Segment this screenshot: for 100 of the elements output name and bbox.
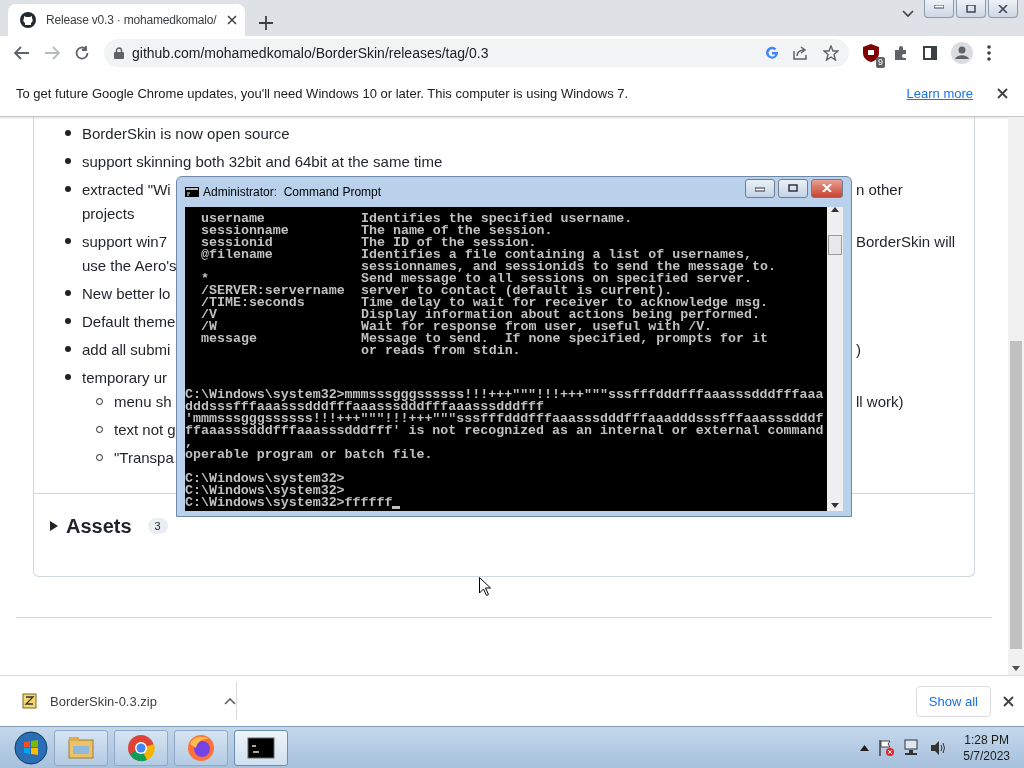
console-text: sessionid <box>200 237 274 249</box>
start-orb-icon[interactable] <box>14 730 48 765</box>
console-text: operable program or batch file. <box>185 447 433 462</box>
window-title: Administrator: Command Prompt <box>203 185 382 199</box>
console-text: C:\Windows\system32>mmmsssgggssssss!!!+++"""!!!+++"""sssfffdddfffaaasssdddfffaaa <box>185 387 824 402</box>
side-panel-icon[interactable] <box>923 46 937 60</box>
close-icon[interactable] <box>1003 695 1014 707</box>
browser-tab[interactable]: Release v0.3 · mohamedkomalo/ <box>8 4 245 36</box>
bullet-icon <box>65 130 71 136</box>
address-bar[interactable]: github.com/mohamedkomalo/BorderSkin/releases/tag/0.3 <box>104 39 849 67</box>
console-text: Time delay to wait for receiver to acknowledge msg. <box>361 297 768 309</box>
console-text: The ID of the session. <box>361 237 537 249</box>
console-text: /W <box>200 321 218 333</box>
console-text: * <box>200 273 209 285</box>
close-icon <box>822 184 832 192</box>
zip-file-icon <box>22 693 38 709</box>
bullet-icon <box>65 186 71 192</box>
bullet-icon <box>65 238 71 244</box>
expand-triangle-icon[interactable] <box>50 521 58 531</box>
share-icon[interactable] <box>793 46 809 60</box>
list-item-text: support win7 <box>82 232 168 250</box>
flag-warning-icon[interactable] <box>877 738 896 757</box>
maximize-icon <box>966 4 976 13</box>
menu-icon[interactable] <box>987 45 991 61</box>
clock-date[interactable]: 5/7/2023 <box>963 747 1010 764</box>
info-message: To get future Google Chrome updates, you'll need Windows 10 or later. This computer is using Windows 7. <box>16 85 630 101</box>
scrollbar[interactable] <box>1008 117 1024 675</box>
console-text: or reads from stdin. <box>361 345 521 357</box>
console-text: Send message to all sessions on specified server. <box>361 273 752 285</box>
bullet-icon <box>65 374 71 380</box>
list-item-text: menu sh <box>114 392 172 410</box>
terminal-icon <box>185 187 199 197</box>
console-text: message <box>200 333 258 345</box>
bullet-icon <box>65 346 71 352</box>
bullet-icon <box>65 290 71 296</box>
text-cursor <box>392 506 401 509</box>
plus-icon[interactable] <box>259 16 273 30</box>
maximize-icon <box>788 184 798 192</box>
list-item-text: "Transpa <box>114 448 174 466</box>
list-item-text: Default theme <box>82 312 176 330</box>
cat-logo-icon <box>20 12 36 28</box>
close-icon[interactable] <box>997 87 1008 99</box>
puzzle-icon[interactable] <box>893 45 909 61</box>
console-text: The name of the session. <box>361 225 553 237</box>
console-text: /V <box>200 309 218 321</box>
list-item-text: extracted "Wi <box>82 180 171 198</box>
console-text: @filename <box>200 249 274 261</box>
maximize-button[interactable] <box>956 0 986 18</box>
star-icon[interactable] <box>823 45 839 61</box>
back-icon[interactable] <box>14 46 30 60</box>
minimize-button[interactable] <box>745 178 775 198</box>
scroll-up-icon[interactable] <box>831 207 839 212</box>
console-text: Identifies the specified username. <box>361 213 633 225</box>
download-file-name[interactable]: BorderSkin-0.3.zip <box>50 693 212 709</box>
mouse-pointer-icon <box>479 577 491 596</box>
learn-more-link[interactable]: Learn more <box>906 85 973 101</box>
console-text: 'mmmsssgggssssss!!!+++"""!!!+++"""sssfffdddfffaaasssdddfffaaadddsssfffaaasssdddf <box>185 411 824 426</box>
list-item-text: New better lo <box>82 284 171 302</box>
reload-icon[interactable] <box>74 45 90 61</box>
g-letter-icon[interactable] <box>765 46 779 60</box>
list-item-text: BorderSkin will <box>856 232 957 250</box>
bullet-icon <box>65 318 71 324</box>
close-icon <box>998 4 1008 13</box>
list-item-text: text not g <box>114 420 176 438</box>
console-text: Identifies a file containing a list of usernames, <box>361 249 752 261</box>
scroll-down-icon[interactable] <box>1012 666 1020 671</box>
bullet-icon <box>65 158 71 164</box>
minimize-button[interactable] <box>924 0 954 18</box>
scroll-down-icon[interactable] <box>831 503 839 508</box>
list-item-text: ll work) <box>856 392 905 410</box>
fox-globe-icon <box>187 733 215 762</box>
list-item-text: projects <box>82 204 135 222</box>
taskbar-button[interactable] <box>234 729 288 766</box>
scrollbar[interactable] <box>827 207 843 511</box>
close-button[interactable] <box>811 178 843 198</box>
shield-icon[interactable] <box>863 44 879 62</box>
caret-up-icon[interactable] <box>860 744 870 751</box>
chevron-down-icon[interactable] <box>902 10 914 18</box>
console-text: Wait for response from user, useful with /V. <box>361 321 713 333</box>
console-text: sessionname <box>200 225 290 237</box>
browser-icon <box>127 733 155 762</box>
list-item-text: BorderSkin is now open source <box>82 124 290 142</box>
close-icon[interactable] <box>227 15 237 25</box>
list-item-text: add all submi <box>82 340 171 358</box>
caret-up-icon[interactable] <box>224 697 236 705</box>
profile-icon[interactable] <box>951 42 973 64</box>
console-text: Message to send. If none specified, prompts for it <box>361 333 768 345</box>
list-item-text: n other <box>856 180 904 198</box>
console-text: C:\Windows\system32>ffffff <box>185 497 393 509</box>
close-button[interactable] <box>988 0 1018 18</box>
show-all-button[interactable]: Show all <box>915 685 991 717</box>
list-item-text: temporary ur <box>82 368 168 386</box>
console-text: username <box>200 213 265 225</box>
console-text: sessionnames, and sessionids to send the message to. <box>361 261 776 273</box>
console-text: server to contact (default is current). <box>361 285 673 297</box>
assets-heading[interactable]: Assets <box>66 514 132 538</box>
clock-time[interactable]: 1:28 PM <box>964 731 1009 748</box>
console-text: , <box>185 435 193 450</box>
scroll-thumb[interactable] <box>828 235 842 255</box>
maximize-button[interactable] <box>778 178 808 198</box>
